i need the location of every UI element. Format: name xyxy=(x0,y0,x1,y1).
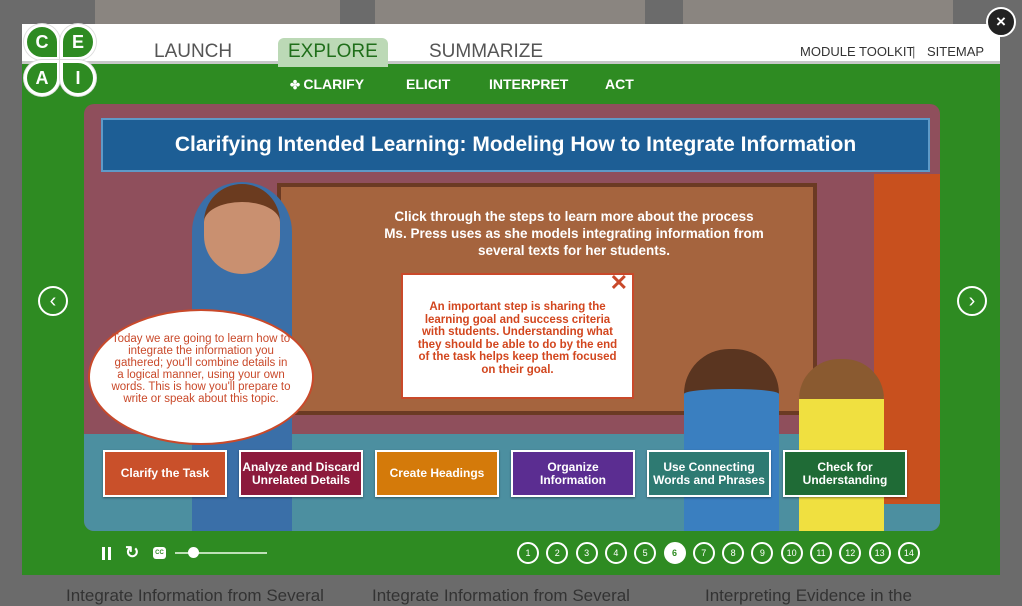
page-button[interactable]: 2 xyxy=(546,542,569,564)
teacher-face xyxy=(204,184,280,274)
logo-leaf: C xyxy=(24,24,60,60)
close-icon[interactable]: ✕ xyxy=(610,272,628,293)
tab-summarize[interactable]: SUMMARIZE xyxy=(419,38,553,66)
subtab-label: CLARIFY xyxy=(303,76,365,92)
subtab-act[interactable]: ACT xyxy=(605,76,634,92)
closed-captions-button[interactable]: CC xyxy=(153,547,166,559)
next-arrow-button[interactable]: › xyxy=(957,286,987,316)
subtab-clarify[interactable]: ✤ CLARIFY xyxy=(290,76,364,92)
slide-panel: Clarifying Intended Learning: Modeling H… xyxy=(84,104,940,531)
background-caption[interactable]: Integrate Information from Several xyxy=(372,586,630,606)
separator: | xyxy=(912,44,916,59)
page-button[interactable]: 4 xyxy=(604,542,627,564)
page-button[interactable]: 13 xyxy=(868,542,891,564)
logo-leaf: A xyxy=(24,60,60,96)
page-button[interactable]: 7 xyxy=(692,542,715,564)
step-button[interactable]: Check for Understanding xyxy=(783,450,907,497)
close-modal-button[interactable]: × xyxy=(986,7,1016,37)
module-modal: LAUNCH EXPLORE SUMMARIZE MODULE TOOLKIT … xyxy=(22,24,1000,575)
page-button[interactable]: 8 xyxy=(722,542,745,564)
slide-intro-text: Click through the steps to learn more ab… xyxy=(384,209,764,258)
page-button[interactable]: 14 xyxy=(897,542,920,564)
step-button[interactable]: Clarify the Task xyxy=(103,450,227,497)
page-button[interactable]: 11 xyxy=(810,542,832,564)
page-button[interactable]: 1 xyxy=(517,542,539,564)
step-button[interactable]: Use Connecting Words and Phrases xyxy=(647,450,771,497)
page-button[interactable]: 5 xyxy=(634,542,657,564)
logo-leaf: E xyxy=(60,24,96,60)
background-caption[interactable]: Interpreting Evidence in the xyxy=(705,586,912,606)
background-thumbnail xyxy=(95,0,340,24)
sitemap-link[interactable]: SITEMAP xyxy=(927,44,984,59)
info-popup: ✕ An important step is sharing the learn… xyxy=(401,272,634,399)
page-button[interactable]: 12 xyxy=(839,542,862,564)
ceai-logo[interactable]: C E A I xyxy=(22,22,100,100)
background-thumbnail xyxy=(375,0,645,24)
student-boy-illustration xyxy=(684,349,779,531)
header: LAUNCH EXPLORE SUMMARIZE MODULE TOOLKIT … xyxy=(22,24,1000,67)
popup-text: An important step is sharing the learnin… xyxy=(417,301,618,376)
background-thumbnail xyxy=(683,0,953,24)
logo-leaf: I xyxy=(60,60,96,96)
volume-slider-handle[interactable] xyxy=(188,547,200,558)
subtab-elicit[interactable]: ELICIT xyxy=(406,76,450,92)
speech-bubble: Today we are going to learn how to integ… xyxy=(88,309,314,445)
subtab-interpret[interactable]: INTERPRET xyxy=(489,76,568,92)
slide-title: Clarifying Intended Learning: Modeling H… xyxy=(101,118,930,172)
replay-icon[interactable]: ↻ xyxy=(125,543,139,563)
module-toolkit-link[interactable]: MODULE TOOLKIT xyxy=(800,44,914,59)
page-button[interactable]: 3 xyxy=(575,542,598,564)
clover-icon: ✤ xyxy=(290,78,304,92)
step-button[interactable]: Create Headings xyxy=(375,450,499,497)
tab-launch[interactable]: LAUNCH xyxy=(144,38,242,66)
page-button[interactable]: 9 xyxy=(751,542,774,564)
tab-explore[interactable]: EXPLORE xyxy=(278,38,388,67)
previous-arrow-button[interactable]: ‹ xyxy=(38,286,68,316)
step-button[interactable]: Organize Information xyxy=(511,450,635,497)
step-button[interactable]: Analyze and Discard Unrelated Details xyxy=(239,450,363,497)
page-button[interactable]: 6 xyxy=(663,542,686,564)
page-button[interactable]: 10 xyxy=(780,542,803,564)
pause-icon[interactable] xyxy=(102,547,105,560)
background-caption[interactable]: Integrate Information from Several xyxy=(66,586,324,606)
student-girl-illustration xyxy=(799,359,884,531)
